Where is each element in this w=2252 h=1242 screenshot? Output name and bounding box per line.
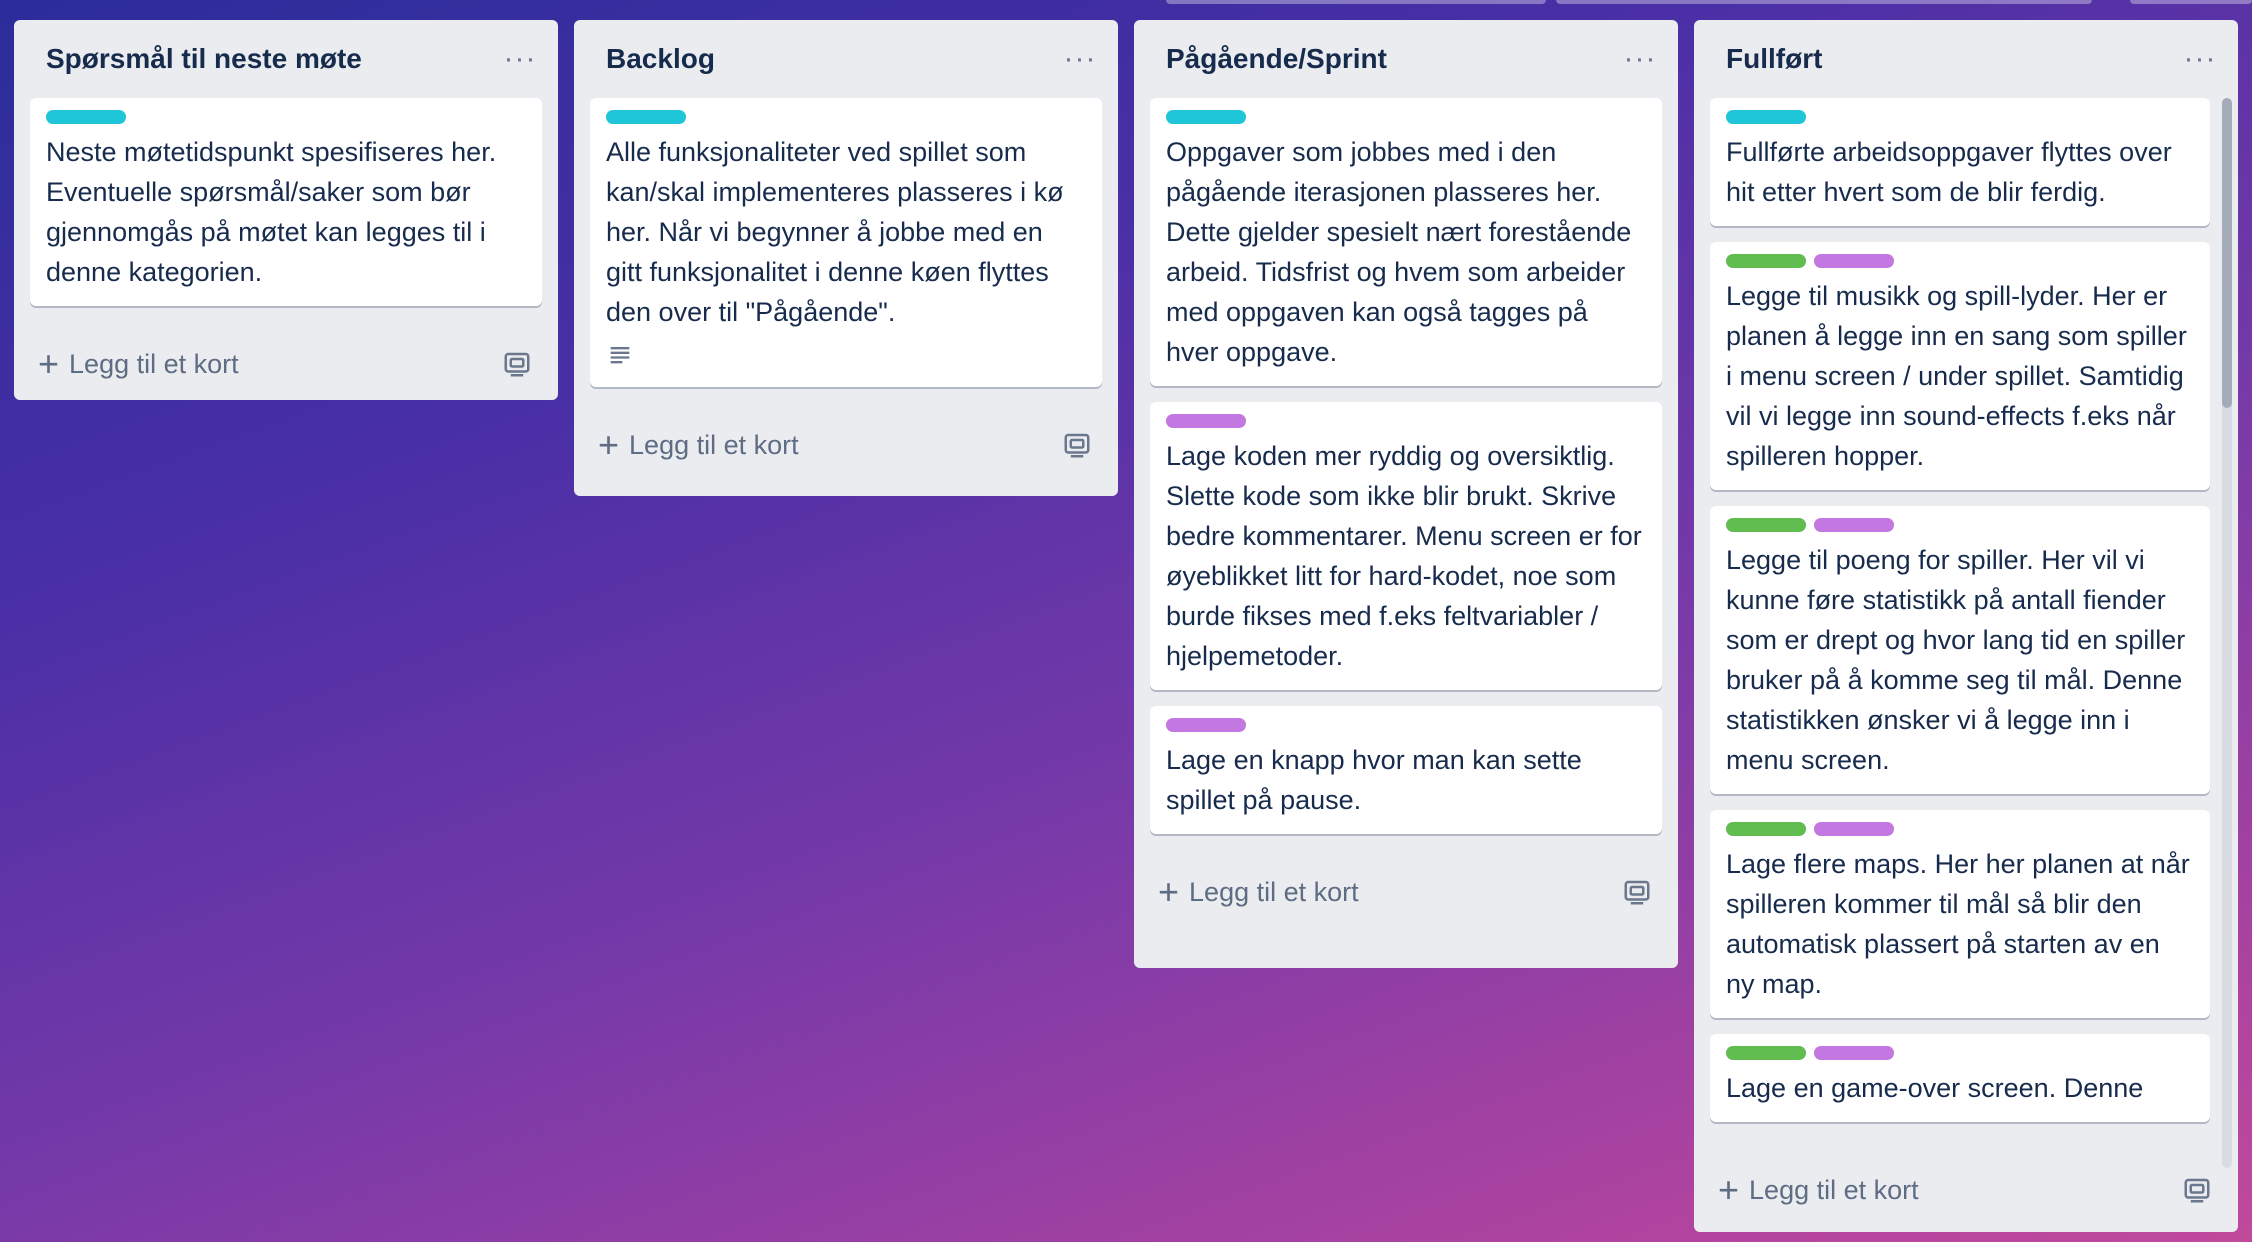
card-labels [1726,822,2194,836]
list-footer: + Legg til et kort [1134,850,1678,934]
list-header: Spørsmål til neste møte ··· [14,20,558,98]
label-purple[interactable] [1814,822,1894,836]
card-labels [606,110,1086,124]
card-labels [1726,1046,2194,1060]
card-title: Fullførte arbeidsoppgaver flyttes over h… [1726,137,2172,207]
list-title[interactable]: Backlog [606,43,715,75]
plus-icon: + [598,424,620,465]
label-purple[interactable] [1166,414,1246,428]
ellipsis-icon[interactable]: ··· [498,37,542,81]
card-title: Lage en knapp hvor man kan sette spillet… [1166,745,1582,815]
description-icon [610,347,630,364]
card-list: Neste møtetidspunkt spesifiseres her. Ev… [14,98,558,306]
label-purple[interactable] [1814,518,1894,532]
list-header: Pågående/Sprint ··· [1134,20,1678,98]
card-title: Oppgaver som jobbes med i den pågående i… [1166,137,1632,367]
list-backlog: Backlog ··· Alle funksjonaliteter ved sp… [574,20,1118,496]
ellipsis-icon[interactable]: ··· [2178,37,2222,81]
card-title: Lage koden mer ryddig og oversiktlig. Sl… [1166,441,1642,671]
ellipsis-icon[interactable]: ··· [1058,37,1102,81]
plus-icon: + [38,343,60,384]
list-title[interactable]: Fullført [1726,43,1822,75]
card-title: Legge til poeng for spiller. Her vil vi … [1726,545,2186,775]
card-template-icon[interactable] [2182,1175,2212,1205]
card[interactable]: Legge til musikk og spill-lyder. Her er … [1710,242,2210,490]
card-title: Legge til musikk og spill-lyder. Her er … [1726,281,2187,471]
label-purple[interactable] [1814,1046,1894,1060]
list-questions: Spørsmål til neste møte ··· Neste møteti… [14,20,558,400]
card[interactable]: Lage koden mer ryddig og oversiktlig. Sl… [1150,402,1662,690]
top-bar-edge [0,0,2252,6]
card[interactable]: Fullførte arbeidsoppgaver flyttes over h… [1710,98,2210,226]
card[interactable]: Lage en knapp hvor man kan sette spillet… [1150,706,1662,834]
label-green[interactable] [1726,822,1806,836]
card-labels [1166,414,1646,428]
ellipsis-icon[interactable]: ··· [1618,37,1662,81]
add-card-button[interactable]: + Legg til et kort [38,346,239,382]
card-template-icon[interactable] [502,349,532,379]
card-labels [46,110,526,124]
card[interactable]: Alle funksjonaliteter ved spillet som ka… [590,98,1102,387]
card-template-icon[interactable] [1622,877,1652,907]
card[interactable]: Legge til poeng for spiller. Her vil vi … [1710,506,2210,794]
add-card-button[interactable]: + Legg til et kort [598,427,799,463]
label-cyan[interactable] [606,110,686,124]
card-list: Oppgaver som jobbes med i den pågående i… [1134,98,1678,834]
label-purple[interactable] [1814,254,1894,268]
label-purple[interactable] [1166,718,1246,732]
list-footer: + Legg til et kort [1694,1148,2238,1232]
card-title: Neste møtetidspunkt spesifiseres her. Ev… [46,137,497,287]
list-footer: + Legg til et kort [14,322,558,406]
card-labels [1726,518,2194,532]
card[interactable]: Neste møtetidspunkt spesifiseres her. Ev… [30,98,542,306]
label-cyan[interactable] [1166,110,1246,124]
card-list: Fullførte arbeidsoppgaver flyttes over h… [1694,98,2238,1148]
add-card-label: Legg til et kort [1749,1174,1919,1205]
list-header: Backlog ··· [574,20,1118,98]
list-in-progress: Pågående/Sprint ··· Oppgaver som jobbes … [1134,20,1678,968]
card[interactable]: Lage en game-over screen. Denne [1710,1034,2210,1122]
add-card-label: Legg til et kort [629,429,799,460]
card[interactable]: Lage flere maps. Her her planen at når s… [1710,810,2210,1018]
card[interactable]: Oppgaver som jobbes med i den pågående i… [1150,98,1662,386]
label-green[interactable] [1726,518,1806,532]
add-card-label: Legg til et kort [1189,876,1359,907]
card-title: Lage flere maps. Her her planen at når s… [1726,849,2190,999]
card-labels [1726,110,2194,124]
list-footer: + Legg til et kort [574,403,1118,487]
list-title[interactable]: Pågående/Sprint [1166,43,1387,75]
list-header: Fullført ··· [1694,20,2238,98]
add-card-label: Legg til et kort [69,348,239,379]
card-title: Alle funksjonaliteter ved spillet som ka… [606,137,1064,327]
card-labels [1166,718,1646,732]
label-cyan[interactable] [1726,110,1806,124]
card-labels [1726,254,2194,268]
list-done: Fullført ··· Fullførte arbeidsoppgaver f… [1694,20,2238,1232]
label-green[interactable] [1726,254,1806,268]
card-template-icon[interactable] [1062,430,1092,460]
add-card-button[interactable]: + Legg til et kort [1718,1172,1919,1208]
label-green[interactable] [1726,1046,1806,1060]
label-cyan[interactable] [46,110,126,124]
card-labels [1166,110,1646,124]
card-title: Lage en game-over screen. Denne [1726,1073,2144,1103]
add-card-button[interactable]: + Legg til et kort [1158,874,1359,910]
list-title[interactable]: Spørsmål til neste møte [46,43,362,75]
card-list: Alle funksjonaliteter ved spillet som ka… [574,98,1118,387]
plus-icon: + [1158,871,1180,912]
plus-icon: + [1718,1169,1740,1210]
